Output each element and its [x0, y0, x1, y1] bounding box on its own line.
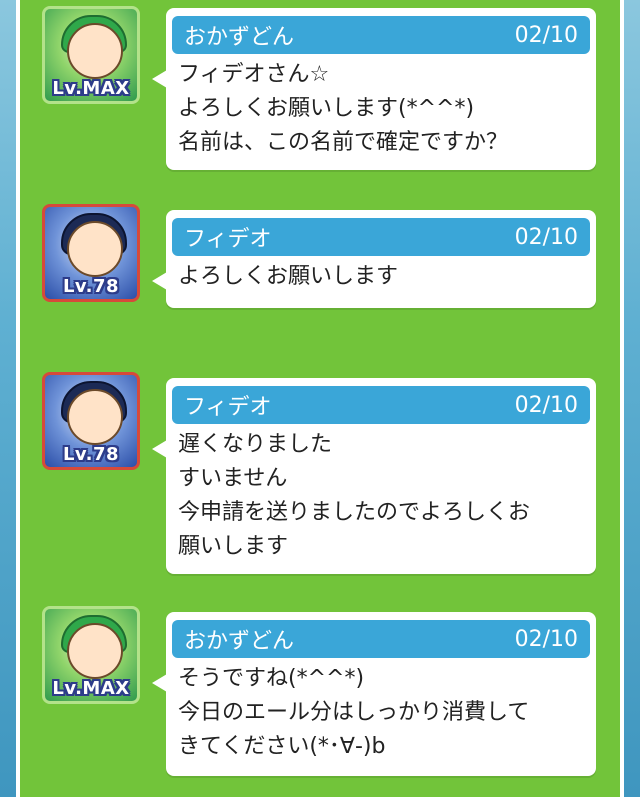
message-text: フィデオさん☆ よろしくお願いします(*^^*) 名前は、この名前で確定ですか？	[178, 58, 586, 160]
message-date: 02/10	[514, 224, 578, 250]
message-line: よろしくお願いします	[178, 264, 399, 289]
avatar[interactable]: Lv.78	[42, 204, 140, 302]
level-badge: Lv.78	[62, 444, 120, 465]
message-line: よろしくお願いします(*^^*)	[178, 96, 475, 121]
right-background-strip	[624, 0, 640, 797]
message-line: 今日のエール分はしっかり消費して	[178, 700, 530, 725]
message-header: フィデオ 02/10	[172, 386, 590, 424]
left-background-strip	[0, 0, 16, 797]
message-text: そうですね(*^^*) 今日のエール分はしっかり消費して きてください(*･∀-…	[178, 662, 586, 764]
message-line: そうですね(*^^*)	[178, 666, 365, 691]
sender-name[interactable]: フィデオ	[184, 221, 272, 253]
avatar-face	[67, 23, 123, 79]
message-line: 願いします	[178, 534, 289, 559]
message-bubble: おかずどん 02/10 フィデオさん☆ よろしくお願いします(*^^*) 名前は…	[152, 8, 596, 170]
bubble-tail	[152, 674, 167, 692]
message-text: 遅くなりました すいません 今申請を送りましたのでよろしくお 願いします	[178, 428, 586, 564]
sender-name[interactable]: おかずどん	[184, 623, 294, 655]
message-header: おかずどん 02/10	[172, 620, 590, 658]
avatar-face	[67, 623, 123, 679]
message-bubble: フィデオ 02/10 よろしくお願いします	[152, 210, 596, 308]
bubble-tail	[152, 272, 167, 290]
message-header: おかずどん 02/10	[172, 16, 590, 54]
message-line: フィデオさん☆	[178, 62, 330, 87]
avatar[interactable]: Lv.MAX	[42, 606, 140, 704]
message-date: 02/10	[514, 626, 578, 652]
avatar[interactable]: Lv.78	[42, 372, 140, 470]
level-badge: Lv.MAX	[52, 78, 130, 99]
avatar-face	[67, 221, 123, 277]
message-text: よろしくお願いします	[178, 260, 586, 294]
message-bubble: おかずどん 02/10 そうですね(*^^*) 今日のエール分はしっかり消費して…	[152, 612, 596, 776]
message-line: 遅くなりました	[178, 432, 333, 457]
message-line: すいません	[178, 466, 288, 491]
chat-panel[interactable]: Lv.MAX おかずどん 02/10 フィデオさん☆ よろしくお願いします(*^…	[16, 0, 624, 797]
message-line: 今申請を送りましたのでよろしくお	[178, 500, 531, 525]
message-date: 02/10	[514, 392, 578, 418]
bubble-tail	[152, 440, 167, 458]
avatar-face	[67, 389, 123, 445]
level-badge: Lv.MAX	[52, 678, 130, 699]
message-bubble: フィデオ 02/10 遅くなりました すいません 今申請を送りましたのでよろしく…	[152, 378, 596, 574]
message-line: きてください(*･∀-)b	[178, 734, 386, 759]
sender-name[interactable]: フィデオ	[184, 389, 272, 421]
message-header: フィデオ 02/10	[172, 218, 590, 256]
message-line: 名前は、この名前で確定ですか？	[178, 130, 509, 155]
avatar[interactable]: Lv.MAX	[42, 6, 140, 104]
bubble-tail	[152, 70, 167, 88]
sender-name[interactable]: おかずどん	[184, 19, 294, 51]
message-date: 02/10	[514, 22, 578, 48]
level-badge: Lv.78	[62, 276, 120, 297]
